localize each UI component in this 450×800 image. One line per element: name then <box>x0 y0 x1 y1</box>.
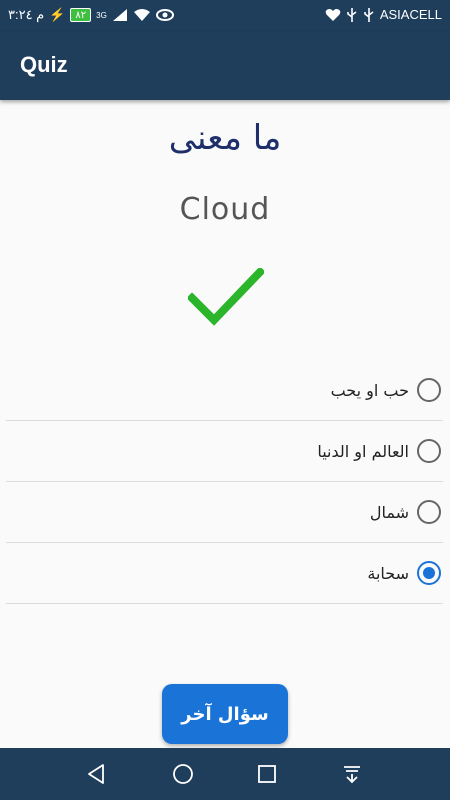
charging-icon: ⚡ <box>49 7 66 22</box>
answer-option-4[interactable]: سحابة <box>6 543 443 604</box>
answer-option-label: سحابة <box>367 563 409 583</box>
carrier-name: ASIACELL <box>379 7 442 22</box>
battery-icon: ٨٢ <box>70 8 92 22</box>
heart-rate-icon <box>325 8 341 22</box>
app-bar: Quiz <box>0 32 450 100</box>
answer-option-label: العالم او الدنيا <box>317 441 409 461</box>
answer-options: حب او يحب العالم او الدنيا شمال سحابة <box>6 360 443 604</box>
navigation-bar <box>0 748 450 800</box>
quiz-word: Cloud <box>179 192 271 227</box>
radio-button[interactable] <box>417 378 441 402</box>
answer-option-3[interactable]: شمال <box>6 482 443 543</box>
radio-button[interactable] <box>417 439 441 463</box>
network-type: 3G <box>96 10 107 20</box>
usb-debug-icon <box>363 7 375 22</box>
signal-icon <box>112 8 128 22</box>
app-title: Quiz <box>20 52 68 77</box>
answer-option-label: شمال <box>369 502 409 522</box>
radio-button[interactable] <box>417 500 441 524</box>
eye-icon <box>155 8 174 22</box>
question-title: ما معنى <box>168 118 282 158</box>
answer-option-2[interactable]: العالم او الدنيا <box>6 421 443 482</box>
clock: م ٣:٢٤ <box>8 7 45 22</box>
usb-icon <box>346 7 358 22</box>
answer-option-1[interactable]: حب او يحب <box>6 360 443 421</box>
quiz-content: ما معنى Cloud حب او يحب العالم او الدنيا… <box>0 100 450 748</box>
back-icon[interactable] <box>85 762 109 786</box>
status-bar-right: ASIACELL <box>325 7 442 22</box>
wifi-icon <box>133 8 151 22</box>
status-bar: م ٣:٢٤ ⚡ ٨٢ 3G ASIACELL <box>0 0 450 32</box>
checkmark-icon <box>188 268 264 326</box>
answer-option-label: حب او يحب <box>330 380 409 400</box>
notification-pull-icon[interactable] <box>340 762 364 786</box>
home-icon[interactable] <box>171 762 195 786</box>
recents-icon[interactable] <box>255 762 279 786</box>
status-bar-left: م ٣:٢٤ ⚡ ٨٢ 3G <box>8 7 174 23</box>
next-question-button[interactable]: سؤال آخر <box>162 684 288 744</box>
radio-button-selected[interactable] <box>417 561 441 585</box>
